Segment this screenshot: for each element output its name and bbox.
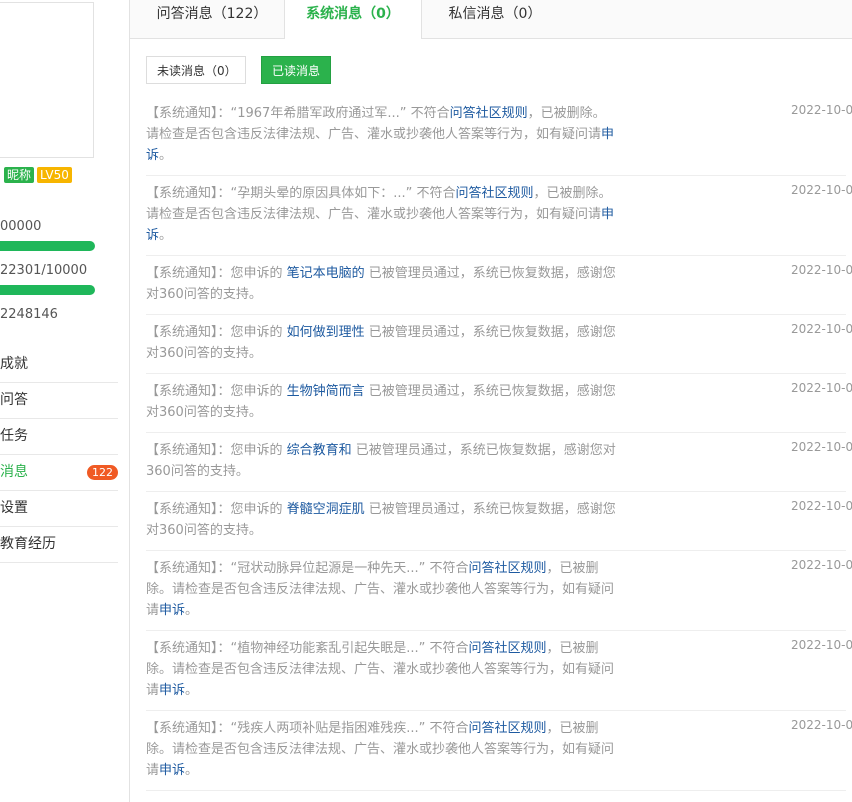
message-link[interactable]: 申诉 xyxy=(159,683,185,698)
message-text: 【系统通知】：“冠状动脉异位起源是一种先天...” 不符合问答社区规则，已被删除… xyxy=(146,558,616,621)
message-item: 【系统通知】：“冠状动脉异位起源是一种先天...” 不符合问答社区规则，已被删除… xyxy=(146,558,852,631)
sidebar-item-education[interactable]: 教育经历 xyxy=(0,527,118,563)
message-text: 【系统通知】：“1967年希腊军政府通过军...” 不符合问答社区规则，已被删除… xyxy=(146,103,616,166)
message-item: 【系统通知】：您申诉的 生物钟简而言 已被管理员通过，系统已恢复数据，感谢您对3… xyxy=(146,381,852,433)
message-date: 2022-10-0 xyxy=(791,558,852,572)
message-item: 【系统通知】：您申诉的 脊髓空洞症肌 已被管理员通过，系统已恢复数据，感谢您对3… xyxy=(146,499,852,551)
message-text-part: 。 xyxy=(159,148,173,163)
tab-system-messages[interactable]: 系统消息（0） xyxy=(284,0,422,39)
user-badges: 昵称 LV50 xyxy=(4,167,72,183)
message-item: 【系统通知】：“残疾人两项补贴是指困难残疾...” 不符合问答社区规则，已被删除… xyxy=(146,718,852,791)
message-date: 2022-10-0 xyxy=(791,638,852,652)
message-link[interactable]: 问答社区规则 xyxy=(469,561,547,576)
message-date: 2022-10-0 xyxy=(791,718,852,732)
message-item: 【系统通知】：“植物神经功能紊乱引起失眠是...” 不符合问答社区规则，已被删除… xyxy=(146,638,852,711)
sidebar-item-messages[interactable]: 消息 122 xyxy=(0,455,118,491)
message-link[interactable]: 申诉 xyxy=(159,763,185,778)
stat-value: 00000 xyxy=(0,219,42,234)
sidebar-item-label: 成就 xyxy=(0,356,28,372)
message-count-badge: 122 xyxy=(87,465,118,480)
message-date: 2022-10-0 xyxy=(791,499,852,513)
sidebar-item-achievements[interactable]: 成就 xyxy=(0,347,118,383)
message-link[interactable]: 问答社区规则 xyxy=(450,106,528,121)
sidebar-item-qa[interactable]: 问答 xyxy=(0,383,118,419)
sidebar-menu: 成就 问答 任务 消息 122 设置 教育经历 xyxy=(0,347,118,563)
message-item: 【系统通知】：“1967年希腊军政府通过军...” 不符合问答社区规则，已被删除… xyxy=(146,103,852,176)
message-date: 2022-10-0 xyxy=(791,322,852,336)
message-link[interactable]: 问答社区规则 xyxy=(456,186,534,201)
stat-value: 2248146 xyxy=(0,307,58,322)
message-text: 【系统通知】：您申诉的 脊髓空洞症肌 已被管理员通过，系统已恢复数据，感谢您对3… xyxy=(146,499,616,541)
message-text-part: 【系统通知】：“冠状动脉异位起源是一种先天...” 不符合 xyxy=(146,561,469,576)
message-text-part: 【系统通知】：您申诉的 xyxy=(146,266,287,281)
message-date: 2022-10-0 xyxy=(791,183,852,197)
message-item: 【系统通知】：您申诉的 如何做到理性 已被管理员通过，系统已恢复数据，感谢您对3… xyxy=(146,322,852,374)
message-tabs: 问答消息（122） 系统消息（0） 私信消息（0） xyxy=(130,0,852,39)
message-text-part: 【系统通知】：您申诉的 xyxy=(146,384,287,399)
user-sidebar: 昵称 LV50 00000 22301/10000 2248146 成就 问答 … xyxy=(0,0,129,802)
message-text-part: 【系统通知】：“植物神经功能紊乱引起失眠是...” 不符合 xyxy=(146,641,469,656)
message-link[interactable]: 脊髓空洞症肌 xyxy=(287,502,365,517)
avatar[interactable] xyxy=(0,2,94,158)
stat-value: 22301/10000 xyxy=(0,263,88,278)
message-text: 【系统通知】：“孕期头晕的原因具体如下：...” 不符合问答社区规则，已被删除。… xyxy=(146,183,616,246)
sidebar-item-label: 消息 xyxy=(0,464,28,480)
nickname-badge: 昵称 xyxy=(4,167,35,183)
message-text-part: 【系统通知】：您申诉的 xyxy=(146,502,287,517)
message-text-part: 。 xyxy=(185,603,199,618)
message-text: 【系统通知】：您申诉的 综合教育和 已被管理员通过，系统已恢复数据，感谢您对36… xyxy=(146,440,616,482)
message-text-part: 。 xyxy=(185,763,199,778)
message-text-part: 【系统通知】：“1967年希腊军政府通过军...” 不符合 xyxy=(146,106,450,121)
message-text: 【系统通知】：您申诉的 如何做到理性 已被管理员通过，系统已恢复数据，感谢您对3… xyxy=(146,322,616,364)
progress-bar xyxy=(0,241,95,251)
message-item: 【系统通知】：您申诉的 笔记本电脑的 已被管理员通过，系统已恢复数据，感谢您对3… xyxy=(146,263,852,315)
progress-bar xyxy=(0,285,95,295)
message-text: 【系统通知】：“植物神经功能紊乱引起失眠是...” 不符合问答社区规则，已被删除… xyxy=(146,638,616,701)
message-link[interactable]: 申诉 xyxy=(159,603,185,618)
tab-private-messages[interactable]: 私信消息（0） xyxy=(430,0,560,38)
message-date: 2022-10-0 xyxy=(791,381,852,395)
message-date: 2022-10-0 xyxy=(791,103,852,117)
message-text-part: 【系统通知】：您申诉的 xyxy=(146,443,287,458)
sidebar-item-label: 问答 xyxy=(0,392,28,408)
read-filter-button[interactable]: 已读消息 xyxy=(261,56,331,84)
message-text: 【系统通知】：“残疾人两项补贴是指困难残疾...” 不符合问答社区规则，已被删除… xyxy=(146,718,616,781)
message-text-part: 【系统通知】：您申诉的 xyxy=(146,325,287,340)
sidebar-item-label: 任务 xyxy=(0,428,28,444)
sidebar-item-tasks[interactable]: 任务 xyxy=(0,419,118,455)
sidebar-item-label: 设置 xyxy=(0,500,28,516)
message-text: 【系统通知】：您申诉的 生物钟简而言 已被管理员通过，系统已恢复数据，感谢您对3… xyxy=(146,381,616,423)
message-text-part: 。 xyxy=(159,228,173,243)
message-link[interactable]: 综合教育和 xyxy=(287,443,352,458)
message-panel: 问答消息（122） 系统消息（0） 私信消息（0） 未读消息（0） 已读消息 【… xyxy=(129,0,852,802)
message-link[interactable]: 问答社区规则 xyxy=(469,721,547,736)
sidebar-item-label: 教育经历 xyxy=(0,536,56,552)
message-text-part: 【系统通知】：“残疾人两项补贴是指困难残疾...” 不符合 xyxy=(146,721,469,736)
sidebar-item-settings[interactable]: 设置 xyxy=(0,491,118,527)
message-date: 2022-10-0 xyxy=(791,440,852,454)
message-text: 【系统通知】：您申诉的 笔记本电脑的 已被管理员通过，系统已恢复数据，感谢您对3… xyxy=(146,263,616,305)
message-link[interactable]: 问答社区规则 xyxy=(469,641,547,656)
message-text-part: 【系统通知】：“孕期头晕的原因具体如下：...” 不符合 xyxy=(146,186,456,201)
message-link[interactable]: 如何做到理性 xyxy=(287,325,365,340)
level-badge: LV50 xyxy=(37,167,72,183)
message-link[interactable]: 笔记本电脑的 xyxy=(287,266,365,281)
message-item: 【系统通知】：“孕期头晕的原因具体如下：...” 不符合问答社区规则，已被删除。… xyxy=(146,183,852,256)
message-date: 2022-10-0 xyxy=(791,263,852,277)
unread-filter-button[interactable]: 未读消息（0） xyxy=(146,56,246,84)
tab-qa-messages[interactable]: 问答消息（122） xyxy=(142,0,282,38)
message-text-part: 。 xyxy=(185,683,199,698)
message-link[interactable]: 生物钟简而言 xyxy=(287,384,365,399)
message-item: 【系统通知】：您申诉的 综合教育和 已被管理员通过，系统已恢复数据，感谢您对36… xyxy=(146,440,852,492)
